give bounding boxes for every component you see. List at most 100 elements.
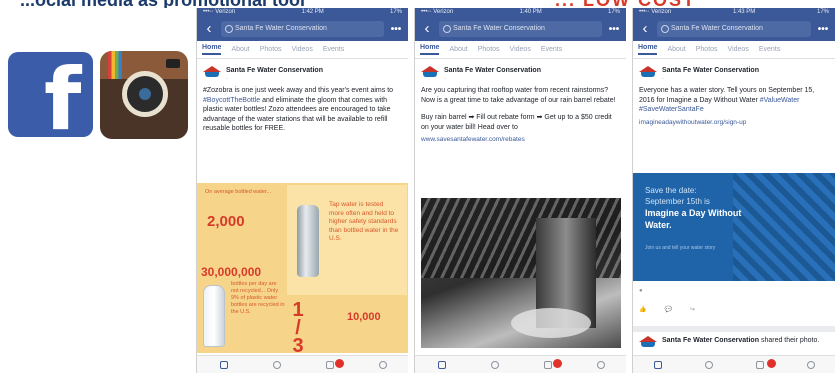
post-actions: 👍 💬 ↪ — [639, 306, 695, 313]
tab-photos[interactable]: Photos — [260, 46, 282, 53]
instagram-logo — [100, 51, 188, 139]
notifications-icon[interactable] — [325, 360, 334, 369]
menu-icon[interactable] — [378, 360, 387, 369]
signup-link[interactable]: imagineadaywithoutwater.org/sign-up — [633, 115, 835, 130]
post-time: · — [444, 76, 446, 82]
imagine-day-banner[interactable]: Save the date: September 15th is Imagine… — [633, 173, 835, 281]
back-button[interactable]: ‹ — [201, 21, 217, 37]
hashtag-link[interactable]: #BoycottTheBottle — [203, 97, 260, 104]
camera-icon — [122, 71, 168, 117]
rain-barrel-photo[interactable] — [421, 198, 621, 348]
tab-events[interactable]: Events — [759, 46, 780, 53]
page-avatar[interactable] — [203, 66, 221, 78]
tab-events[interactable]: Events — [323, 46, 344, 53]
tab-about[interactable]: About — [449, 46, 467, 53]
page-tabs: Home About Photos Videos Events — [197, 41, 408, 59]
page-avatar[interactable] — [639, 66, 657, 78]
banner-headline: Imagine a Day Without Water. — [645, 208, 742, 230]
tab-videos[interactable]: Videos — [728, 46, 749, 53]
slide-title-left: ...ocial media as promotional tool — [20, 0, 305, 8]
post-header: Santa Fe Water Conservation · — [197, 59, 408, 86]
back-button[interactable]: ‹ — [637, 21, 653, 37]
stat-30000000: 30,000,000 — [201, 265, 262, 279]
infographic-image[interactable]: On average bottled water... 2,000 30,000… — [197, 183, 408, 357]
page-avatar[interactable] — [421, 66, 439, 78]
stat-10000: 10,000 — [347, 311, 381, 323]
more-options-button[interactable]: ••• — [388, 24, 404, 35]
plastic-bottle-image — [203, 285, 225, 347]
share-button[interactable]: ↪ — [690, 306, 695, 313]
tab-home[interactable]: Home — [202, 44, 222, 55]
bottom-tab-bar — [633, 355, 835, 373]
search-field[interactable]: Santa Fe Water Conservation — [221, 21, 384, 37]
post-time: · — [662, 76, 664, 82]
metal-bottle-image — [297, 205, 319, 277]
page-avatar[interactable] — [639, 336, 657, 348]
shared-post: Santa Fe Water Conservation shared their… — [633, 326, 835, 352]
requests-icon[interactable] — [272, 360, 281, 369]
post-header: Santa Fe Water Conservation · — [633, 59, 835, 86]
plastic-text: bottles per day are not recycled... Only… — [231, 281, 285, 315]
news-feed-icon[interactable] — [219, 360, 228, 369]
post-text: Are you capturing that rooftop water fro… — [421, 87, 616, 104]
status-bar: •••◦◦ Verizon 1:42 PM 17% — [197, 8, 408, 17]
post-text-rebate: Buy rain barrel ➡ Fill out rebate form ➡… — [421, 114, 612, 131]
page-tabs: Home About Photos Videos Events — [415, 41, 626, 59]
shared-action: shared their photo. — [760, 337, 820, 344]
tab-about[interactable]: About — [231, 46, 249, 53]
notification-dot — [335, 359, 344, 368]
slide-title: ...ocial media as promotional tool ... L… — [0, 0, 835, 8]
tab-videos[interactable]: Videos — [292, 46, 313, 53]
status-bar: •••◦◦ Verizon 1:43 PM 17% — [633, 8, 835, 17]
menu-icon[interactable] — [806, 360, 815, 369]
rebate-link[interactable]: www.savesantafewater.com/rebates — [415, 132, 626, 147]
tab-about[interactable]: About — [667, 46, 685, 53]
one-third-stat: 1 / 3 — [292, 299, 304, 357]
tap-water-text: Tap water is tested more often and held … — [329, 201, 399, 242]
more-options-button[interactable]: ••• — [606, 24, 622, 35]
back-button[interactable]: ‹ — [419, 21, 435, 37]
banner-small-text: Join us and tell your water story — [645, 245, 716, 251]
tab-home[interactable]: Home — [638, 44, 658, 55]
like-count-icon: ● — [639, 288, 643, 294]
requests-icon[interactable] — [705, 360, 714, 369]
post-header: Santa Fe Water Conservation · — [415, 59, 626, 86]
tab-home[interactable]: Home — [420, 44, 440, 55]
phone-screen-2: •••◦◦ Verizon 1:40 PM 17% ‹ Santa Fe Wat… — [414, 8, 626, 373]
search-field[interactable]: Santa Fe Water Conservation — [439, 21, 602, 37]
notifications-icon[interactable] — [755, 360, 764, 369]
phone-screen-3: •••◦◦ Verizon 1:43 PM 17% ‹ Santa Fe Wat… — [632, 8, 835, 373]
nav-bar: ‹ Santa Fe Water Conservation ••• — [633, 17, 835, 41]
requests-icon[interactable] — [490, 360, 499, 369]
news-feed-icon[interactable] — [437, 360, 446, 369]
post-time: · — [226, 76, 228, 82]
comment-button[interactable]: 💬 — [664, 306, 671, 313]
banner-line-1: Save the date: September 15th is — [645, 186, 710, 206]
news-feed-icon[interactable] — [654, 360, 663, 369]
shared-page-name[interactable]: Santa Fe Water Conservation — [662, 337, 759, 344]
stat-2000: 2,000 — [207, 213, 245, 230]
post-text: Everyone has a water story. Tell yours o… — [639, 87, 815, 113]
post-text: #Zozobra is one just week away and this … — [203, 87, 394, 132]
notification-dot — [553, 359, 562, 368]
search-field[interactable]: Santa Fe Water Conservation — [657, 21, 811, 37]
page-name[interactable]: Santa Fe Water Conservation — [226, 66, 323, 75]
notifications-icon[interactable] — [543, 360, 552, 369]
tab-photos[interactable]: Photos — [696, 46, 718, 53]
nav-bar: ‹ Santa Fe Water Conservation ••• — [415, 17, 626, 41]
bottom-tab-bar — [197, 355, 408, 373]
facebook-logo: f — [8, 52, 93, 137]
infographic-note: On average bottled water... — [205, 189, 272, 195]
notification-dot — [767, 359, 776, 368]
menu-icon[interactable] — [596, 360, 605, 369]
more-options-button[interactable]: ••• — [815, 24, 831, 35]
reactions-row: ● — [639, 288, 643, 294]
page-tabs: Home About Photos Videos Events — [633, 41, 835, 59]
tab-photos[interactable]: Photos — [478, 46, 500, 53]
page-name[interactable]: Santa Fe Water Conservation — [662, 66, 759, 75]
like-button[interactable]: 👍 — [639, 306, 646, 313]
tab-events[interactable]: Events — [541, 46, 562, 53]
tab-videos[interactable]: Videos — [510, 46, 531, 53]
page-name[interactable]: Santa Fe Water Conservation — [444, 66, 541, 75]
bottom-tab-bar — [415, 355, 626, 373]
